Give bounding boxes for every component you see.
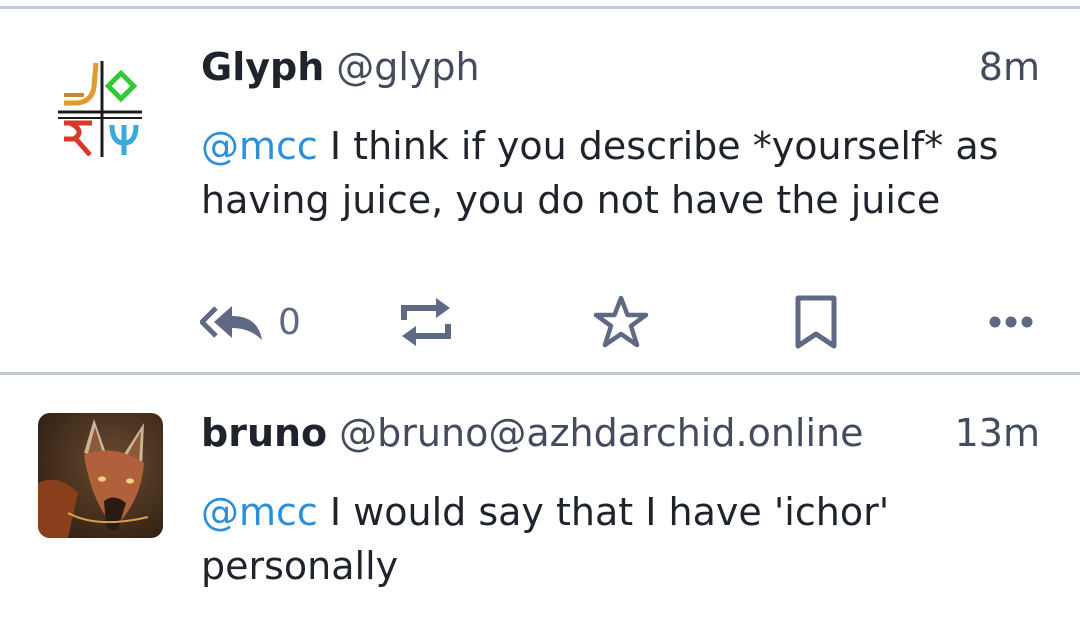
ellipsis-icon	[989, 316, 1033, 328]
bookmark-icon	[795, 295, 837, 349]
maned-wolf-avatar-icon	[38, 413, 163, 538]
boost-button[interactable]	[398, 283, 454, 361]
reply-all-icon	[200, 306, 262, 340]
mention-link[interactable]: @mcc	[201, 490, 318, 534]
display-name[interactable]: bruno	[201, 411, 327, 455]
status-content: @mcc I think if you describe *yourself* …	[201, 119, 1021, 227]
timestamp[interactable]: 8m	[979, 37, 1040, 97]
avatar[interactable]	[56, 57, 144, 161]
status-glyph[interactable]: Glyph @glyph 8m @mcc I think if you descr…	[0, 9, 1080, 367]
display-name[interactable]: Glyph	[201, 45, 324, 89]
action-bar: 0	[0, 283, 1080, 361]
reply-count: 0	[278, 301, 301, 343]
avatar[interactable]	[38, 413, 163, 538]
status-content: @mcc I would say that I have 'ichor' per…	[201, 485, 901, 593]
account-handle[interactable]: @glyph	[336, 45, 479, 89]
glyph-sigil-icon	[58, 61, 142, 157]
reply-button[interactable]: 0	[200, 283, 301, 361]
boost-icon	[401, 298, 451, 346]
mention-link[interactable]: @mcc	[201, 124, 318, 168]
account-handle[interactable]: @bruno@azhdarchid.online	[339, 411, 863, 455]
star-icon	[593, 295, 649, 348]
status-header: Glyph @glyph 8m	[201, 37, 1040, 97]
status-bruno[interactable]: bruno @bruno@azhdarchid.online 13m @mcc I…	[0, 375, 1080, 627]
more-button[interactable]	[988, 283, 1034, 361]
status-header: bruno @bruno@azhdarchid.online 13m	[201, 403, 1040, 463]
bookmark-button[interactable]	[794, 283, 838, 361]
timestamp[interactable]: 13m	[955, 403, 1040, 463]
favourite-button[interactable]	[592, 283, 650, 361]
status-text: I think if you describe *yourself* as ha…	[201, 124, 999, 222]
